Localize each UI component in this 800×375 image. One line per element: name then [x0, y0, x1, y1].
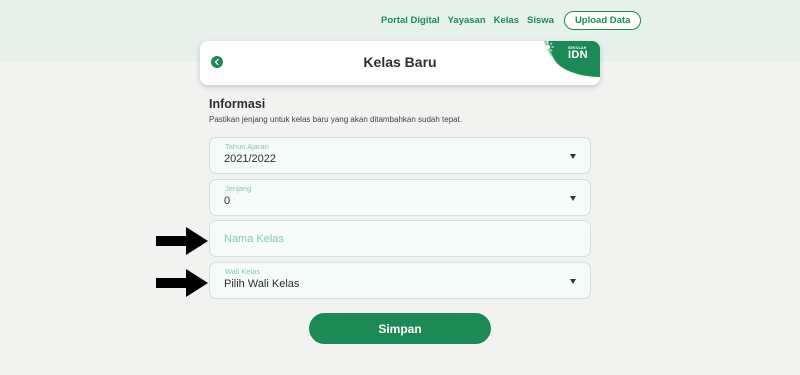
- top-nav: Portal Digital Yayasan Kelas Siswa Uploa…: [381, 10, 642, 30]
- section-description: Pastikan jenjang untuk kelas baru yang a…: [209, 115, 463, 124]
- nav-link-yayasan[interactable]: Yayasan: [448, 15, 486, 26]
- arrow-right-icon: [156, 227, 208, 255]
- sun-icon: [542, 41, 554, 53]
- wali-kelas-label: Wali Kelas: [225, 267, 261, 276]
- brand-logo: SEKOLAH IDN: [542, 41, 600, 77]
- wali-kelas-value: Pilih Wali Kelas: [224, 278, 300, 290]
- simpan-button[interactable]: Simpan: [309, 313, 491, 344]
- section-title: Informasi: [209, 97, 266, 111]
- header-card: Kelas Baru SEKOLAH IDN: [200, 41, 600, 85]
- jenjang-label: Jenjang: [225, 184, 252, 193]
- wali-kelas-select[interactable]: Wali Kelas Pilih Wali Kelas: [209, 262, 591, 299]
- caret-down-icon: [570, 279, 576, 284]
- caret-down-icon: [570, 154, 576, 159]
- jenjang-value: 0: [224, 195, 231, 207]
- caret-down-icon: [570, 196, 576, 201]
- tahun-ajaran-select[interactable]: Tahun Ajaran 2021/2022: [209, 137, 591, 174]
- nav-link-kelas[interactable]: Kelas: [494, 15, 519, 26]
- nama-kelas-input[interactable]: [209, 220, 591, 257]
- tahun-ajaran-value: 2021/2022: [224, 153, 276, 165]
- brand-text: IDN: [568, 49, 588, 61]
- upload-data-button[interactable]: Upload Data: [563, 10, 642, 30]
- arrow-right-icon: [156, 269, 208, 297]
- nav-link-siswa[interactable]: Siswa: [527, 15, 554, 26]
- page-title: Kelas Baru: [363, 54, 437, 70]
- tahun-ajaran-label: Tahun Ajaran: [225, 142, 269, 151]
- nav-link-portal-digital[interactable]: Portal Digital: [381, 15, 440, 26]
- jenjang-select[interactable]: Jenjang 0: [209, 179, 591, 216]
